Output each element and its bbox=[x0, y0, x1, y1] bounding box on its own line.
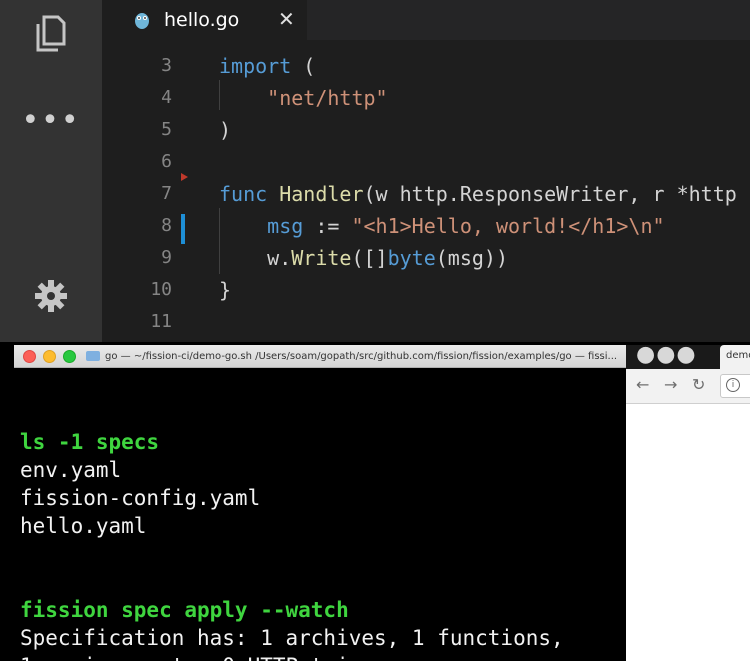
code-line[interactable]: ) bbox=[219, 118, 231, 142]
code-token: Write bbox=[291, 246, 352, 270]
code-token: "<h1>Hello, world!</h1>\n" bbox=[351, 214, 665, 238]
line-number: 4 bbox=[161, 87, 172, 108]
line-number: 10 bbox=[150, 279, 172, 300]
line-number: 9 bbox=[161, 247, 172, 268]
code-token: byte bbox=[387, 246, 436, 270]
zoom-window-button[interactable] bbox=[63, 349, 76, 363]
line-number: 8 bbox=[161, 215, 172, 236]
terminal-command: fission spec apply --watch bbox=[20, 598, 349, 622]
code-line[interactable]: import ( bbox=[219, 54, 315, 78]
line-number: 5 bbox=[161, 119, 172, 140]
code-token: ( bbox=[291, 54, 316, 78]
editor-tab-bar: hello.go ✕ bbox=[102, 0, 750, 40]
more-icon[interactable]: ••• bbox=[0, 100, 102, 140]
fold-marker[interactable] bbox=[181, 173, 188, 181]
window-controls-icon[interactable]: ●●● bbox=[636, 342, 697, 367]
code-line[interactable]: } bbox=[219, 278, 231, 302]
browser-toolbar: ← → ↻ i bbox=[626, 369, 750, 404]
code-token: (msg)) bbox=[435, 246, 509, 270]
code-line[interactable]: "net/http" bbox=[219, 86, 388, 110]
reload-icon[interactable]: ↻ bbox=[692, 375, 705, 394]
code-token: ) bbox=[219, 118, 232, 142]
browser-tab[interactable]: demo bbox=[720, 345, 750, 369]
terminal-output-line: fission-config.yaml bbox=[20, 486, 261, 510]
terminal-output[interactable]: ls -1 specs env.yaml fission-config.yaml he… bbox=[14, 368, 626, 661]
code-token: := bbox=[303, 214, 352, 238]
line-number: 11 bbox=[150, 311, 172, 332]
code-token: Handler bbox=[279, 182, 364, 206]
back-icon[interactable]: ← bbox=[636, 375, 649, 394]
browser-content[interactable] bbox=[626, 404, 750, 661]
tab-filename: hello.go bbox=[164, 9, 240, 31]
forward-icon[interactable]: → bbox=[664, 375, 677, 394]
terminal-output-line: Specification has: 1 archives, 1 functio… bbox=[20, 626, 564, 650]
code-token: msg bbox=[219, 214, 304, 238]
code-token: import bbox=[219, 54, 292, 78]
go-file-icon bbox=[132, 10, 152, 30]
line-number: 3 bbox=[161, 55, 172, 76]
terminal-output-line: hello.yaml bbox=[20, 514, 147, 538]
code-editor[interactable]: 3 import (4 "net/http" 5) 6 7 func Handler(w … bbox=[102, 40, 750, 342]
code-token: } bbox=[219, 278, 232, 302]
terminal-command: ls -1 specs bbox=[20, 430, 160, 454]
change-indicator bbox=[181, 214, 185, 244]
code-token: ([] bbox=[351, 246, 388, 270]
info-icon[interactable]: i bbox=[726, 378, 740, 392]
gear-icon[interactable] bbox=[0, 276, 102, 316]
code-token: w. bbox=[219, 246, 292, 270]
code-line[interactable]: w.Write([]byte(msg)) bbox=[219, 246, 508, 270]
close-icon[interactable]: ✕ bbox=[278, 7, 295, 31]
files-icon[interactable] bbox=[0, 12, 102, 54]
terminal-title: go — ~/fission-ci/demo-go.sh /Users/soam… bbox=[105, 350, 618, 362]
code-line[interactable]: func Handler(w http.ResponseWriter, r *h… bbox=[219, 182, 737, 206]
minimize-window-button[interactable] bbox=[43, 349, 56, 363]
line-number: 6 bbox=[161, 151, 172, 172]
activity-bar: ••• bbox=[0, 0, 102, 342]
terminal-output-line: env.yaml bbox=[20, 458, 122, 482]
code-token: func bbox=[219, 182, 280, 206]
folder-icon bbox=[86, 351, 100, 361]
code-line[interactable]: msg := "<h1>Hello, world!</h1>\n" bbox=[219, 214, 665, 238]
line-number: 7 bbox=[161, 183, 172, 204]
code-token: (w http.ResponseWriter, r *http bbox=[363, 182, 737, 206]
terminal-output-line: 1 environments, 0 HTTP triggers bbox=[20, 654, 412, 661]
code-token: "net/http" bbox=[219, 86, 388, 110]
tab-hello-go[interactable]: hello.go ✕ bbox=[102, 0, 307, 40]
close-window-button[interactable] bbox=[23, 349, 36, 363]
address-bar[interactable]: i bbox=[720, 374, 750, 398]
terminal-titlebar[interactable]: go — ~/fission-ci/demo-go.sh /Users/soam… bbox=[14, 345, 626, 368]
